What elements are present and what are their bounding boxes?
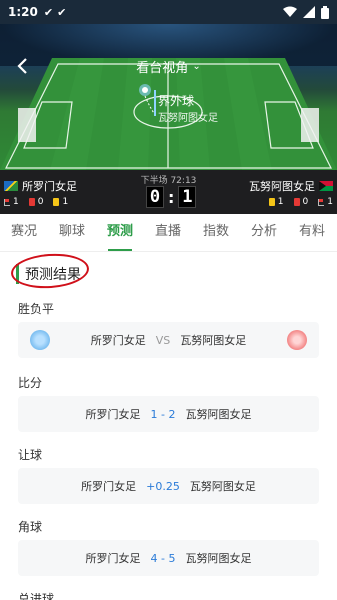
home-score: 0	[146, 186, 164, 208]
away-yellow-cards: 1	[277, 197, 284, 207]
status-bar: 1:20 ✔ ✔	[0, 0, 337, 24]
row-home-team: 所罗门女足	[85, 408, 141, 421]
home-stats: 1 0 1	[4, 197, 68, 207]
group-label-total-goals: 总进球	[18, 592, 55, 600]
row-home-team: 所罗门女足	[90, 334, 146, 347]
home-corners: 1	[13, 197, 19, 207]
row-away-team: 瓦努阿图女足	[189, 480, 256, 493]
row-away-team: 瓦努阿图女足	[180, 334, 247, 347]
check-icon: ✔	[57, 5, 67, 19]
back-button[interactable]	[10, 54, 34, 78]
goal-left	[18, 108, 36, 142]
away-team[interactable]: 瓦努阿图女足	[249, 178, 333, 194]
corner-flag-icon	[318, 198, 325, 206]
home-yellow-cards: 1	[62, 197, 69, 207]
event-team: 瓦努阿图女足	[158, 113, 218, 124]
score-separator: :	[168, 187, 175, 207]
group-label-corners: 角球	[18, 520, 43, 534]
view-selector[interactable]: 看台视角 ⌄	[136, 57, 200, 76]
red-card-icon	[28, 198, 35, 206]
check-icon: ✔	[43, 5, 54, 19]
away-corners: 1	[327, 197, 333, 207]
prediction-row-result: 所罗门女足 VS 瓦努阿图女足	[18, 322, 319, 358]
scoreboard: 0 : 1	[146, 186, 197, 208]
ball-icon	[142, 87, 148, 93]
tab-match-status[interactable]: 赛况	[0, 214, 48, 251]
signal-icon	[303, 6, 315, 18]
row-value: VS	[155, 333, 171, 347]
home-team-logo	[30, 330, 50, 350]
away-red-cards: 0	[302, 197, 309, 207]
row-away-team: 瓦努阿图女足	[185, 408, 252, 421]
prediction-panel: 预测结果 胜负平 所罗门女足 VS 瓦努阿图女足 比分 所罗门女足 1 - 2 …	[0, 251, 337, 600]
event-title: 界外球	[158, 94, 195, 108]
status-time: 1:20	[8, 5, 38, 19]
score-bar: 下半场 72:13 所罗门女足 瓦努阿图女足 1 0 1 1 0 1 0 : 1	[0, 170, 337, 214]
away-score: 1	[178, 186, 197, 208]
tab-bar: 赛况 聊球 预测 直播 指数 分析 有料	[0, 214, 337, 252]
tab-prediction[interactable]: 预测	[96, 214, 144, 251]
group-label-result: 胜负平	[18, 302, 55, 316]
away-stats: 1 0 1	[268, 197, 333, 207]
tab-chat[interactable]: 聊球	[48, 214, 96, 251]
yellow-card-icon	[53, 198, 60, 206]
prediction-row-corners: 所罗门女足 4 - 5 瓦努阿图女足	[18, 540, 319, 576]
event-label: 界外球 瓦努阿图女足	[158, 92, 218, 124]
row-home-team: 所罗门女足	[85, 552, 141, 565]
header-bar: 看台视角 ⌄	[0, 50, 337, 82]
yellow-card-icon	[268, 198, 275, 206]
home-red-cards: 0	[37, 197, 44, 207]
tab-analysis[interactable]: 分析	[240, 214, 288, 251]
event-marker-line	[154, 90, 156, 116]
annotation-circle	[9, 251, 91, 291]
row-away-team: 瓦努阿图女足	[185, 552, 252, 565]
row-home-team: 所罗门女足	[81, 480, 137, 493]
battery-icon	[321, 5, 329, 19]
view-title: 看台视角	[136, 60, 189, 76]
away-team-name: 瓦努阿图女足	[249, 180, 315, 193]
home-team-name: 所罗门女足	[22, 180, 77, 193]
corner-flag-icon	[4, 198, 10, 206]
row-value: +0.25	[146, 479, 180, 493]
solomon-flag-icon	[4, 181, 18, 191]
back-arrow-icon	[17, 58, 27, 74]
tab-odds[interactable]: 指数	[192, 214, 240, 251]
row-value: 4 - 5	[150, 551, 176, 565]
home-team[interactable]: 所罗门女足	[4, 178, 77, 194]
away-team-logo	[287, 330, 307, 350]
prediction-row-score: 所罗门女足 1 - 2 瓦努阿图女足	[18, 396, 319, 432]
tab-insights[interactable]: 有料	[288, 214, 336, 251]
wifi-icon	[283, 6, 297, 17]
red-card-icon	[293, 198, 300, 206]
tab-live[interactable]: 直播	[144, 214, 192, 251]
group-label-score: 比分	[18, 376, 43, 390]
vanuatu-flag-icon	[319, 181, 333, 191]
group-label-handicap: 让球	[18, 448, 43, 462]
chevron-down-icon: ⌄	[192, 60, 201, 72]
goal-right	[301, 108, 319, 142]
row-value: 1 - 2	[150, 407, 176, 421]
prediction-row-handicap: 所罗门女足 +0.25 瓦努阿图女足	[18, 468, 319, 504]
